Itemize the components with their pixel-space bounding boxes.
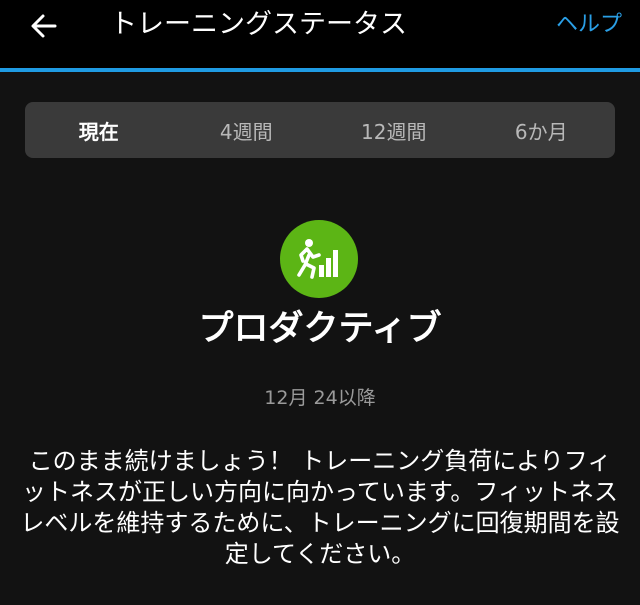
page-title: トレーニングステータス — [110, 9, 407, 40]
back-button[interactable] — [24, 6, 64, 46]
tab-4-weeks[interactable]: 4週間 — [173, 102, 321, 158]
header-divider — [0, 68, 640, 72]
period-tabs: 現在 4週間 12週間 6か月 — [25, 102, 615, 158]
status-badge — [280, 220, 358, 298]
help-link[interactable]: ヘルプ — [556, 9, 622, 41]
runner-bars-icon — [297, 239, 338, 279]
arrow-left-icon — [31, 14, 57, 38]
tab-6-months[interactable]: 6か月 — [468, 102, 616, 158]
tab-current[interactable]: 現在 — [25, 102, 173, 158]
training-status-screen: トレーニングステータス ヘルプ 現在 4週間 12週間 6か月 プロダクティブ … — [0, 0, 640, 605]
status-title: プロダクティブ — [198, 309, 442, 349]
app-header: トレーニングステータス ヘルプ — [0, 0, 640, 68]
tab-12-weeks[interactable]: 12週間 — [320, 102, 468, 158]
status-message: このまま続けましょう！ トレーニング負荷によりフィットネスが正しい方向に向かって… — [20, 447, 620, 568]
status-date: 12月 24以降 — [264, 387, 376, 409]
